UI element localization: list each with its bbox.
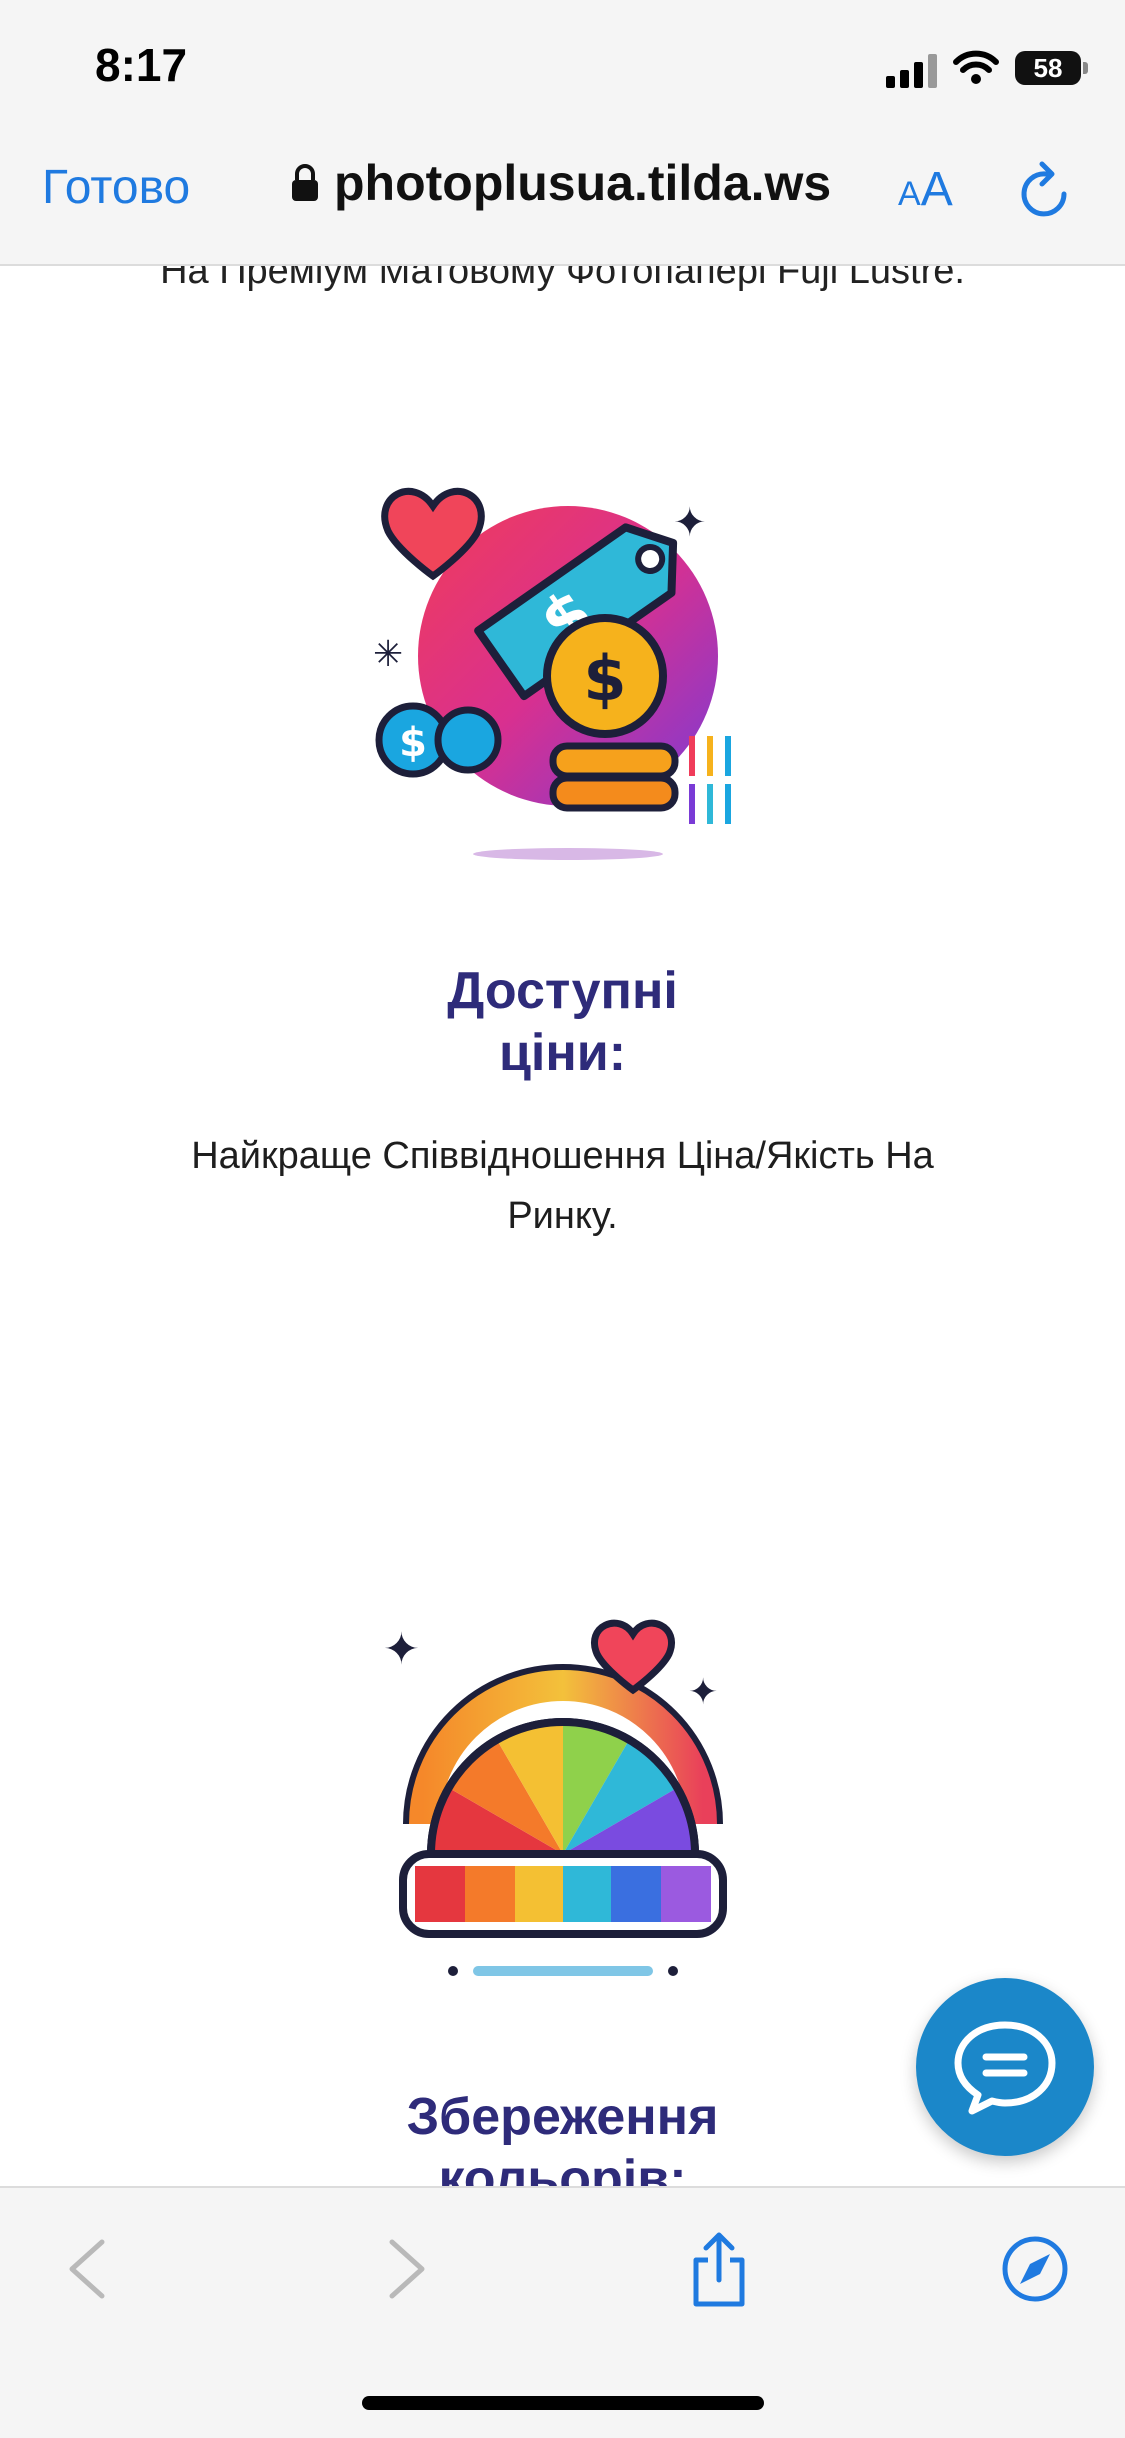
svg-text:$: $ (399, 720, 427, 766)
svg-text:✦: ✦ (383, 1624, 420, 1675)
home-indicator (362, 2396, 764, 2410)
feature-title-line: кольорів: (438, 2150, 687, 2186)
aa-large-label: A (920, 163, 953, 216)
done-button[interactable]: Готово (42, 160, 190, 215)
reload-icon[interactable] (1018, 160, 1074, 220)
share-icon[interactable] (688, 2230, 750, 2310)
url-text: photoplusua.tilda.ws (334, 155, 832, 211)
partial-text-line: На Преміум Матовому Фотопапері Fuji Lust… (160, 264, 965, 292)
aa-small-label: A (898, 175, 921, 213)
color-palette-icon: ✦ ✦ (0, 1604, 1125, 1984)
lock-icon (292, 164, 318, 201)
compass-icon[interactable] (1000, 2234, 1070, 2304)
svg-text:✦: ✦ (688, 1672, 718, 1713)
status-time: 8:17 (95, 39, 188, 91)
chevron-right-icon[interactable] (384, 2236, 430, 2302)
reader-text-size-button[interactable]: AA (898, 162, 953, 217)
feature-title-prices: Доступні ціни: (0, 960, 1125, 1084)
svg-text:$: $ (583, 642, 626, 715)
status-icons: 58 (886, 44, 1088, 92)
feature-text-line: Найкраще Співвідношення Ціна/Якість На (191, 1135, 934, 1177)
feature-text-line: Ринку. (507, 1195, 618, 1237)
svg-text:✦: ✦ (673, 500, 707, 546)
battery-icon: 58 (1015, 51, 1088, 85)
page-content: На Преміум Матовому Фотопапері Fuji Lust… (0, 264, 1125, 2186)
chevron-left-icon[interactable] (64, 2236, 110, 2302)
feature-title-line: Доступні (447, 962, 678, 1020)
chat-bubble-icon (954, 2021, 1056, 2115)
browser-top-bar: 8:17 58 Готово photoplusua.tilda.ws AA (0, 0, 1125, 266)
feature-title-line: ціни: (498, 1024, 627, 1082)
price-tag-icon: $ $ $ ✦ ✳ (0, 456, 1125, 876)
feature-text-prices: Найкраще Співвідношення Ціна/Якість На Р… (0, 1126, 1125, 1246)
svg-text:✳: ✳ (373, 634, 403, 675)
cellular-signal-icon (886, 48, 937, 88)
wifi-icon (953, 50, 999, 84)
address-bar[interactable]: photoplusua.tilda.ws (290, 154, 831, 212)
chat-button[interactable] (916, 1978, 1094, 2156)
